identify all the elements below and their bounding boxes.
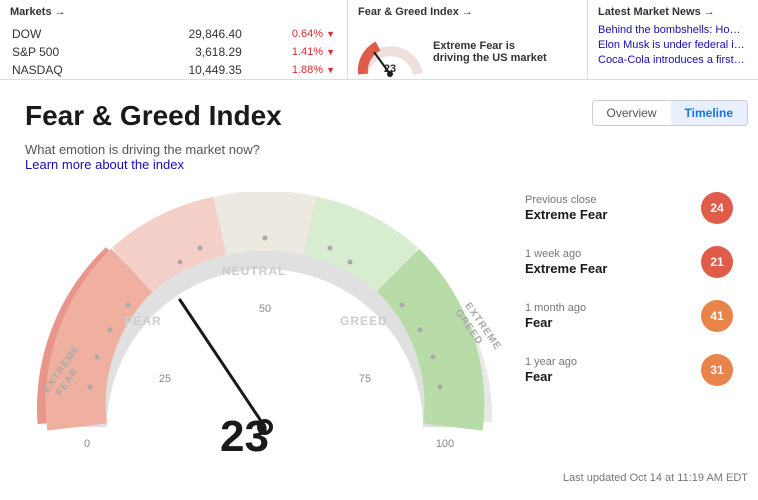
- stat-label: Fear: [525, 369, 701, 384]
- markets-title[interactable]: Markets →: [10, 6, 337, 18]
- stat-badge: 21: [701, 246, 733, 278]
- news-title[interactable]: Latest Market News →: [598, 6, 748, 18]
- news-item[interactable]: Behind the bombshells: How the l...: [598, 24, 748, 36]
- svg-text:75: 75: [359, 373, 371, 385]
- market-row: S&P 500 3,618.29 1.41% ▼: [12, 44, 335, 60]
- stats-panel: Previous close Extreme Fear 24 1 week ag…: [505, 192, 733, 408]
- gauge-container: 0 25 50 75 100 EXTREMEFEAR FEAR NEUTRAL …: [25, 192, 505, 472]
- gauge-area: 0 25 50 75 100 EXTREMEFEAR FEAR NEUTRAL …: [25, 192, 733, 472]
- fear-greed-mini-title[interactable]: Fear & Greed Index →: [358, 6, 577, 18]
- market-label: NASDAQ: [12, 62, 118, 78]
- market-label: S&P 500: [12, 44, 118, 60]
- news-item[interactable]: Coca-Cola introduces a first-of-its...: [598, 54, 748, 66]
- top-nav: Markets → DOW 29,846.40 0.64% ▼ S&P 500 …: [0, 0, 758, 80]
- stat-badge: 24: [701, 192, 733, 224]
- stat-info: 1 week ago Extreme Fear: [525, 248, 701, 276]
- stat-badge: 31: [701, 354, 733, 386]
- stat-info: 1 year ago Fear: [525, 356, 701, 384]
- market-change: 1.88% ▼: [244, 62, 335, 78]
- market-label: DOW: [12, 26, 118, 42]
- stat-badge: 41: [701, 300, 733, 332]
- market-value: 29,846.40: [120, 26, 242, 42]
- fear-greed-mini-desc: Extreme Fear is driving the US market: [433, 40, 553, 64]
- svg-text:0: 0: [84, 438, 90, 450]
- svg-text:100: 100: [436, 438, 454, 450]
- stat-label: Extreme Fear: [525, 261, 701, 276]
- learn-more-link[interactable]: Learn more about the index: [25, 157, 184, 172]
- tab-overview[interactable]: Overview: [593, 101, 671, 125]
- markets-section: Markets → DOW 29,846.40 0.64% ▼ S&P 500 …: [0, 0, 348, 79]
- stat-row: Previous close Extreme Fear 24: [525, 192, 733, 224]
- news-items: Behind the bombshells: How the l... Elon …: [598, 24, 748, 66]
- fear-greed-mini: 23 Extreme Fear is driving the US market: [358, 24, 577, 79]
- stat-row: 1 month ago Fear 41: [525, 300, 733, 332]
- stat-period: 1 week ago: [525, 248, 701, 260]
- last-updated: Last updated Oct 14 at 11:19 AM EDT: [563, 472, 748, 484]
- market-value: 3,618.29: [120, 44, 242, 60]
- stat-period: Previous close: [525, 194, 701, 206]
- market-row: NASDAQ 10,449.35 1.88% ▼: [12, 62, 335, 78]
- stat-period: 1 month ago: [525, 302, 701, 314]
- subtitle: What emotion is driving the market now?: [25, 142, 733, 157]
- mini-gauge-svg: 23: [358, 24, 423, 79]
- svg-text:50: 50: [259, 303, 271, 315]
- market-change: 1.41% ▼: [244, 44, 335, 60]
- main-gauge-svg: 0 25 50 75 100: [25, 192, 505, 452]
- news-section: Latest Market News → Behind the bombshel…: [588, 0, 758, 79]
- stat-period: 1 year ago: [525, 356, 701, 368]
- main-content: Fear & Greed Index What emotion is drivi…: [0, 80, 758, 492]
- market-change: 0.64% ▼: [244, 26, 335, 42]
- stat-label: Fear: [525, 315, 701, 330]
- markets-table: DOW 29,846.40 0.64% ▼ S&P 500 3,618.29 1…: [10, 24, 337, 80]
- stat-info: 1 month ago Fear: [525, 302, 701, 330]
- stat-label: Extreme Fear: [525, 207, 701, 222]
- stat-row: 1 week ago Extreme Fear 21: [525, 246, 733, 278]
- stat-info: Previous close Extreme Fear: [525, 194, 701, 222]
- market-row: DOW 29,846.40 0.64% ▼: [12, 26, 335, 42]
- market-value: 10,449.35: [120, 62, 242, 78]
- svg-text:25: 25: [159, 373, 171, 385]
- news-item[interactable]: Elon Musk is under federal investi...: [598, 39, 748, 51]
- stat-row: 1 year ago Fear 31: [525, 354, 733, 386]
- tabs-container: OverviewTimeline: [592, 100, 748, 126]
- tab-timeline[interactable]: Timeline: [671, 101, 747, 125]
- fear-greed-mini-section: Fear & Greed Index → 23 Extreme Fear is …: [348, 0, 588, 79]
